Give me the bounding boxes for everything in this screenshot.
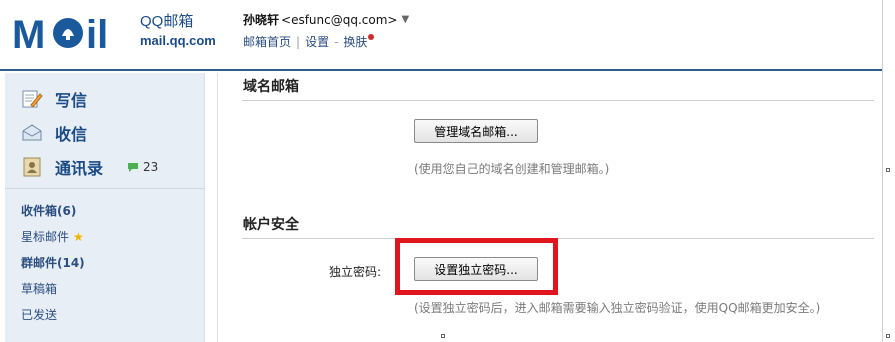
resize-handle[interactable] <box>886 334 890 338</box>
contacts-icon <box>23 157 41 177</box>
sidebar: 写信 收信 通讯录 23 收件箱(6) 星标邮件 ★ 群邮件(14) 草稿箱 已… <box>5 73 205 342</box>
folder-group-mail[interactable]: 群邮件(14) <box>21 254 85 271</box>
folder-label: 已发送 <box>21 308 58 322</box>
folder-label: 群邮件(14) <box>21 256 85 270</box>
folder-label: 星标邮件 <box>21 230 70 244</box>
folder-inbox[interactable]: 收件箱(6) <box>21 202 76 219</box>
folder-starred[interactable]: 星标邮件 ★ <box>21 228 84 245</box>
sidebar-item-compose[interactable]: 写信 <box>21 87 87 111</box>
sidebar-item-label: 通讯录 <box>55 159 104 178</box>
content-divider <box>217 73 218 342</box>
qq-mail-logo[interactable]: M il <box>12 8 132 56</box>
svg-text:il: il <box>86 13 108 56</box>
svg-text:M: M <box>12 13 45 56</box>
resize-handle[interactable] <box>886 168 890 172</box>
star-icon: ★ <box>73 229 84 244</box>
user-account: 孙晓轩 <esfunc@qq.com> ▼ <box>243 11 409 28</box>
section-title-security: 帐户安全 <box>243 217 299 233</box>
manage-domain-mail-button[interactable]: 管理域名邮箱... <box>414 119 538 143</box>
user-email: <esfunc@qq.com> <box>281 12 398 27</box>
folder-label: 草稿箱 <box>21 282 58 296</box>
section-title-domain: 域名邮箱 <box>243 79 299 95</box>
brand-title: QQ邮箱 <box>140 13 194 30</box>
chat-bubble-icon <box>128 163 139 172</box>
contacts-count: 23 <box>143 160 159 174</box>
folder-label: 收件箱(6) <box>21 204 77 218</box>
section-divider <box>242 238 874 239</box>
user-name: 孙晓轩 <box>243 13 280 27</box>
header-divider <box>0 69 882 71</box>
sidebar-divider <box>5 188 205 189</box>
domain-hint: (使用您自己的域名创建和管理邮箱。) <box>414 162 610 176</box>
resize-handle[interactable] <box>441 334 445 338</box>
header: M il QQ邮箱 mail.qq.com 孙晓轩 <esfunc@qq.com… <box>0 0 895 70</box>
nav-settings[interactable]: 设置 <box>305 33 329 50</box>
nav-mail-home[interactable]: 邮箱首页 <box>243 33 291 50</box>
inbox-icon <box>22 124 42 141</box>
contacts-badge: 23 <box>127 160 158 174</box>
folder-sent[interactable]: 已发送 <box>21 306 57 323</box>
sidebar-item-contacts[interactable]: 通讯录 23 <box>21 155 158 179</box>
sidebar-item-label: 写信 <box>55 91 88 110</box>
section-divider <box>242 100 874 101</box>
highlight-box <box>395 238 558 295</box>
nav-separator: - <box>334 34 339 49</box>
compose-icon <box>22 90 43 108</box>
security-hint: (设置独立密码后，进入邮箱需要输入独立密码验证，使用QQ邮箱更加安全。) <box>414 301 821 315</box>
sidebar-item-inbox[interactable]: 收信 <box>21 121 87 145</box>
new-indicator-dot <box>368 33 375 40</box>
top-nav: 邮箱首页 | 设置 - 换肤 <box>243 33 375 50</box>
account-dropdown-icon[interactable]: ▼ <box>401 14 409 25</box>
brand-url: mail.qq.com <box>140 33 216 48</box>
nav-change-skin[interactable]: 换肤 <box>343 33 367 50</box>
sidebar-item-label: 收信 <box>55 125 88 144</box>
nav-separator: | <box>296 34 301 49</box>
standalone-password-label: 独立密码: <box>329 265 382 279</box>
folder-drafts[interactable]: 草稿箱 <box>21 280 57 297</box>
